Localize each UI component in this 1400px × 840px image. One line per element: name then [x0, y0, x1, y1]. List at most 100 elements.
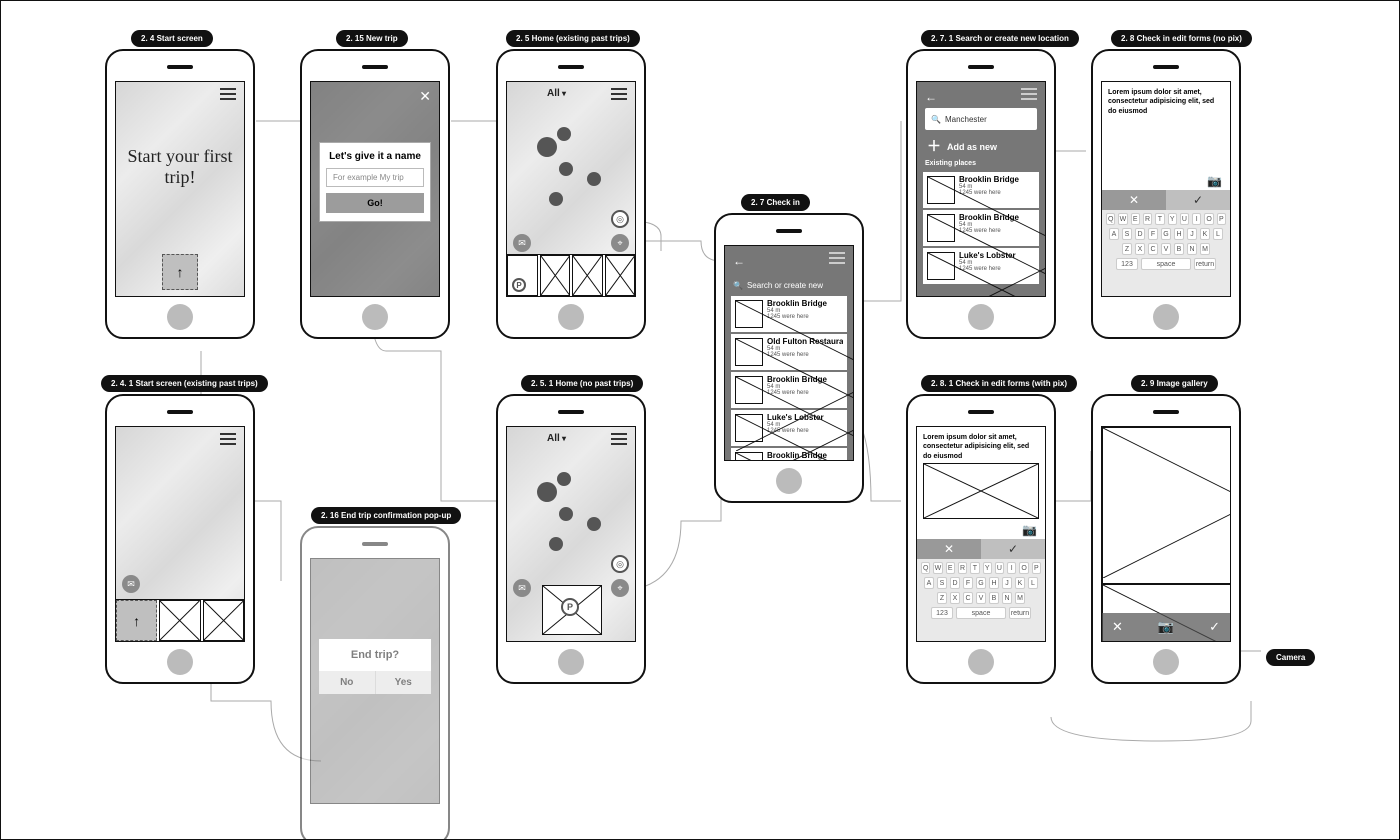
keyboard[interactable]: QWERTYUIOPASDFGHJKLZXCVBNM123spacereturn	[917, 559, 1045, 641]
chip-location-icon[interactable]: ◎	[611, 555, 629, 573]
place-item[interactable]: Luke's Lobster54 m1245 were here	[731, 410, 847, 446]
confirm-button[interactable]: ✓	[1166, 190, 1230, 210]
menu-icon[interactable]	[1021, 88, 1037, 100]
search-icon: 🔍	[931, 115, 941, 124]
label-start: 2. 4 Start screen	[131, 30, 213, 47]
label-home-nopast: 2. 5. 1 Home (no past trips)	[521, 375, 643, 392]
gallery-footer: ✕ 📷 ✓	[1102, 613, 1230, 641]
place-list: Brooklin Bridge54 m1245 were hereBrookli…	[923, 172, 1039, 284]
home-button[interactable]	[558, 304, 584, 330]
add-new-button[interactable]: ＋ Add as new	[917, 132, 1045, 162]
chip-location-icon[interactable]: ◎	[611, 210, 629, 228]
menu-icon[interactable]	[611, 88, 627, 100]
confirm-icon[interactable]: ✓	[1209, 619, 1220, 635]
camera-icon[interactable]: 📷	[1158, 619, 1174, 635]
home-button[interactable]	[558, 649, 584, 675]
place-item[interactable]: Brooklin Bridge54 m1245 were here	[923, 210, 1039, 246]
label-editform-nopix: 2. 8 Check in edit forms (no pix)	[1111, 30, 1252, 47]
home-button[interactable]	[1153, 304, 1179, 330]
home-button[interactable]	[167, 304, 193, 330]
keyboard[interactable]: QWERTYUIOPASDFGHJKLZXCVBNM123spacereturn	[1102, 210, 1230, 296]
image-cell[interactable]	[1102, 427, 1231, 584]
menu-icon[interactable]	[220, 88, 236, 100]
phone-home: All ◎ ⌖ ✉ P	[496, 49, 646, 339]
chip-mail-icon[interactable]: ✉	[513, 234, 531, 252]
phone-home-nopast: All ◎ ⌖ ✉ P	[496, 394, 646, 684]
place-item[interactable]: Luke's Lobster54 m1245 were here	[923, 248, 1039, 284]
label-checkin: 2. 7 Check in	[741, 194, 810, 211]
phone-gallery: ✓ ✕ 📷 ✓	[1091, 394, 1241, 684]
thumb[interactable]	[540, 255, 571, 296]
thumb[interactable]	[159, 600, 200, 641]
camera-icon[interactable]: 📷	[1022, 523, 1037, 537]
home-button[interactable]	[968, 649, 994, 675]
phone-start: Start your first trip! ↑	[105, 49, 255, 339]
start-hero: Start your first trip!	[126, 146, 234, 188]
chip-mail-icon[interactable]: ✉	[513, 579, 531, 597]
cancel-button[interactable]: ✕	[1102, 190, 1166, 210]
thumb[interactable]	[572, 255, 603, 296]
thumb[interactable]: P	[507, 255, 538, 296]
note-text[interactable]: Lorem ipsum dolor sit amet, consectetur …	[923, 433, 1039, 461]
label-endtrip: 2. 16 End trip confirmation pop-up	[311, 507, 461, 524]
home-button[interactable]	[776, 468, 802, 494]
chip-pin-icon[interactable]: ⌖	[611, 579, 629, 597]
back-icon[interactable]: ←	[733, 254, 745, 268]
label-camera: Camera	[1266, 649, 1315, 666]
attached-image[interactable]	[923, 463, 1039, 519]
go-button[interactable]: Go!	[326, 193, 424, 213]
label-home: 2. 5 Home (existing past trips)	[506, 30, 640, 47]
start-upload[interactable]: ↑	[162, 254, 198, 290]
confirm-button[interactable]: ✓	[981, 539, 1045, 559]
search-input[interactable]: 🔍 Manchester	[925, 108, 1037, 130]
chip-mail-icon[interactable]: ✉	[122, 575, 140, 593]
search-row[interactable]: 🔍 Search or create new	[733, 274, 845, 296]
phone-searchloc: ← 🔍 Manchester ＋ Add as new Existing pla…	[906, 49, 1056, 339]
phone-checkin: ← 🔍 Search or create new Brooklin Bridge…	[714, 213, 864, 503]
menu-icon[interactable]	[611, 433, 627, 445]
thumb[interactable]	[203, 600, 244, 641]
tripname-input[interactable]: For example My trip	[326, 168, 424, 187]
label-newtrip: 2. 15 New trip	[336, 30, 408, 47]
filter-all[interactable]: All	[547, 433, 566, 444]
label-start-existing: 2. 4. 1 Start screen (existing past trip…	[101, 375, 268, 392]
place-item[interactable]: Brooklin Bridge54 m1245 were here	[731, 372, 847, 408]
home-button[interactable]	[167, 649, 193, 675]
yes-button[interactable]: Yes	[376, 671, 432, 694]
back-icon[interactable]: ←	[925, 90, 937, 104]
filter-all[interactable]: All	[547, 88, 566, 99]
label-gallery: 2. 9 Image gallery	[1131, 375, 1218, 392]
plus-icon: ＋	[927, 140, 941, 154]
menu-icon[interactable]	[829, 252, 845, 264]
thumb-row: P	[507, 254, 635, 296]
phone-newtrip: ✕ Let's give it a name For example My tr…	[300, 49, 450, 339]
cancel-button[interactable]: ✕	[917, 539, 981, 559]
phone-start-existing: ✉ ↑	[105, 394, 255, 684]
phone-endtrip: End trip? No Yes	[300, 526, 450, 840]
place-item[interactable]: Brooklin Bridge54 m1245 were here	[923, 172, 1039, 208]
section-existing: Existing places	[925, 160, 976, 167]
image-grid: ✓	[1102, 427, 1230, 641]
place-item[interactable]: Brooklin Bridge54 m1245 were here	[731, 296, 847, 332]
active-trip-card[interactable]: P	[542, 585, 602, 635]
cancel-icon[interactable]: ✕	[1112, 619, 1123, 635]
thumb[interactable]	[605, 255, 636, 296]
menu-icon[interactable]	[220, 433, 236, 445]
camera-icon[interactable]: 📷	[1207, 174, 1222, 188]
home-button[interactable]	[362, 304, 388, 330]
label-editform-pix: 2. 8. 1 Check in edit forms (with pix)	[921, 375, 1077, 392]
no-button[interactable]: No	[319, 671, 376, 694]
newtrip-title: Let's give it a name	[326, 151, 424, 162]
place-list: Brooklin Bridge54 m1245 were hereOld Ful…	[731, 296, 847, 461]
close-icon[interactable]: ✕	[419, 88, 431, 105]
add-thumb[interactable]: ↑	[116, 600, 157, 641]
home-button[interactable]	[1153, 649, 1179, 675]
note-text[interactable]: Lorem ipsum dolor sit amet, consectetur …	[1108, 88, 1224, 116]
label-searchloc: 2. 7. 1 Search or create new location	[921, 30, 1079, 47]
place-item[interactable]: Old Fulton Restaura54 m1245 were here	[731, 334, 847, 370]
home-button[interactable]	[968, 304, 994, 330]
chip-pin-icon[interactable]: ⌖	[611, 234, 629, 252]
phone-edit-nopix: Lorem ipsum dolor sit amet, consectetur …	[1091, 49, 1241, 339]
search-icon: 🔍	[733, 281, 743, 290]
endtrip-question: End trip?	[319, 639, 431, 671]
